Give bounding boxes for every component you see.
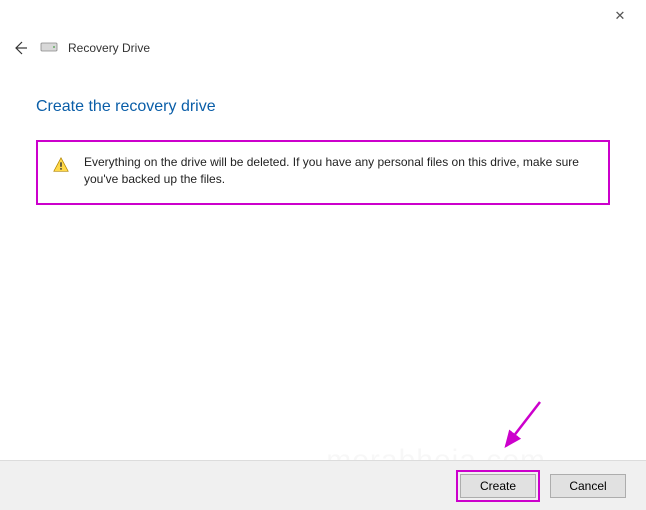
wizard-header: Recovery Drive xyxy=(0,32,646,58)
wizard-button-bar: Create Cancel xyxy=(0,460,646,510)
cancel-button[interactable]: Cancel xyxy=(550,474,626,498)
create-button[interactable]: Create xyxy=(460,474,536,498)
drive-icon xyxy=(40,39,58,58)
window-title: Recovery Drive xyxy=(68,41,150,55)
wizard-content: Create the recovery drive Everything on … xyxy=(0,58,646,205)
back-arrow-icon[interactable] xyxy=(10,38,30,58)
warning-text: Everything on the drive will be deleted.… xyxy=(84,154,594,189)
close-icon[interactable]: ✕ xyxy=(608,4,632,28)
warning-panel: Everything on the drive will be deleted.… xyxy=(36,140,610,205)
page-title: Create the recovery drive xyxy=(36,98,610,116)
annotation-arrow-icon xyxy=(492,396,552,456)
title-bar: ✕ xyxy=(0,0,646,32)
create-button-highlight: Create xyxy=(456,470,540,502)
warning-icon xyxy=(52,156,70,179)
